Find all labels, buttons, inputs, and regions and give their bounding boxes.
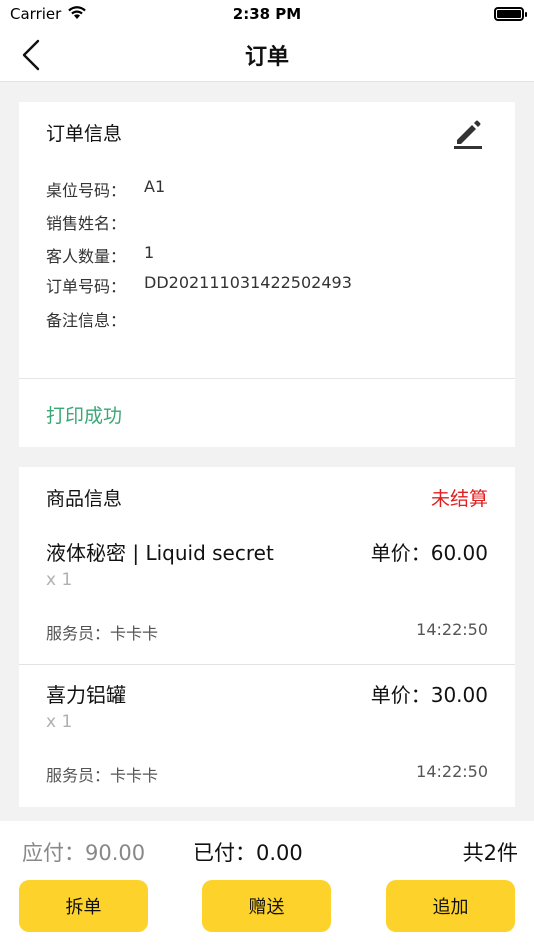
battery-icon: [494, 7, 527, 21]
info-value: 1: [144, 243, 155, 262]
item-quantity: x 1: [46, 570, 73, 590]
info-label: 客人数量：: [46, 247, 127, 266]
info-row-table: 桌位号码： A1: [46, 177, 165, 201]
footer-bar: 应付：90.00 已付：0.00 共2件 拆单 赠送 追加: [0, 821, 534, 950]
carrier-label: Carrier: [10, 5, 62, 23]
item-name: 喜力铝罐: [46, 683, 126, 707]
amount-due: 应付：90.00: [22, 841, 146, 865]
gift-button[interactable]: 赠送: [202, 880, 331, 932]
list-item[interactable]: 液体秘密 | Liquid secret 单价：60.00 x 1 服务员：卡卡…: [19, 524, 515, 665]
add-item-button[interactable]: 追加: [386, 880, 515, 932]
info-row-order-number: 订单号码： DD202111031422502493: [46, 273, 352, 297]
wifi-icon: [67, 5, 87, 24]
print-status: 打印成功: [46, 405, 123, 427]
info-label: 备注信息：: [46, 311, 127, 330]
info-label: 桌位号码：: [46, 181, 127, 200]
chevron-left-icon[interactable]: [16, 38, 46, 72]
item-quantity: x 1: [46, 712, 73, 732]
goods-info-title: 商品信息: [46, 488, 123, 510]
info-label: 销售姓名：: [46, 214, 127, 233]
item-name: 液体秘密 | Liquid secret: [46, 541, 274, 565]
info-label: 订单号码：: [46, 277, 127, 296]
item-time: 14:22:50: [416, 620, 488, 639]
nav-bar: 订单: [0, 28, 534, 82]
order-info-card: 订单信息 桌位号码： A1 销售姓名： 客人数量： 1 订单号码： DD2021…: [19, 102, 515, 378]
info-row-sales: 销售姓名：: [46, 210, 144, 234]
goods-info-card: 商品信息 未结算 液体秘密 | Liquid secret 单价：60.00 x…: [19, 467, 515, 807]
item-price: 单价：60.00: [370, 541, 488, 565]
pencil-icon[interactable]: [451, 116, 485, 150]
item-waiter: 服务员：卡卡卡: [46, 766, 159, 785]
info-value: A1: [144, 177, 166, 196]
list-item[interactable]: 喜力铝罐 单价：30.00 x 1 服务员：卡卡卡 14:22:50: [19, 666, 515, 807]
order-info-title: 订单信息: [46, 123, 123, 145]
info-value: DD202111031422502493: [144, 273, 352, 292]
split-order-button[interactable]: 拆单: [19, 880, 148, 932]
item-count: 共2件: [462, 841, 518, 865]
amount-paid: 已付：0.00: [193, 841, 303, 865]
status-badge: 未结算: [430, 488, 488, 510]
status-bar: Carrier 2:38 PM: [0, 0, 534, 28]
status-bar-left: Carrier: [10, 5, 87, 24]
item-price: 单价：30.00: [370, 683, 488, 707]
item-waiter: 服务员：卡卡卡: [46, 624, 159, 643]
item-time: 14:22:50: [416, 762, 488, 781]
print-status-card: 打印成功: [19, 378, 515, 447]
info-row-guests: 客人数量： 1: [46, 243, 154, 267]
info-row-remark: 备注信息：: [46, 307, 144, 331]
page-title: 订单: [244, 44, 289, 70]
